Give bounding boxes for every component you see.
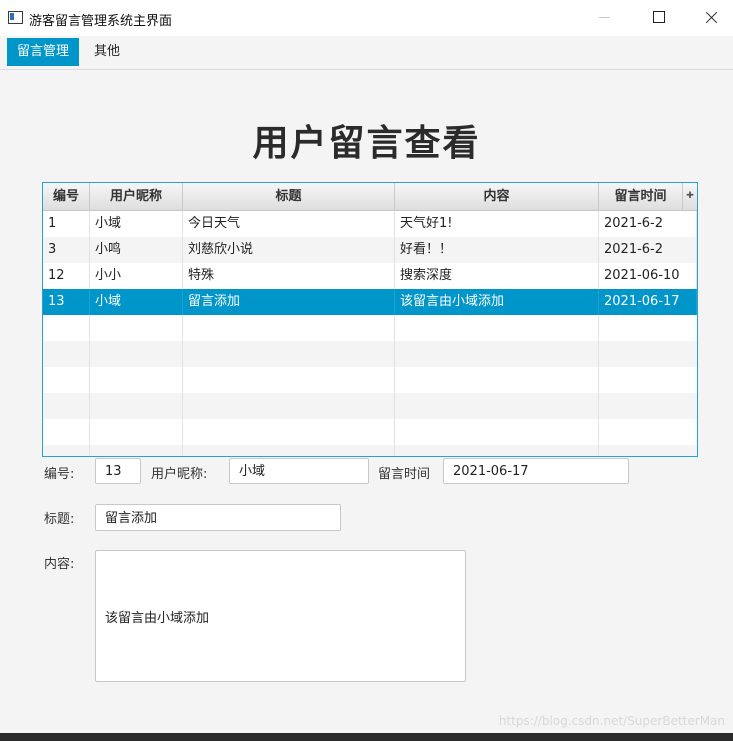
column-header-time[interactable]: 留言时间 <box>599 183 683 210</box>
cell-id: 13 <box>43 289 90 315</box>
column-header-content[interactable]: 内容 <box>395 183 599 210</box>
column-header-id[interactable]: 编号 <box>43 183 90 210</box>
content-text: 该留言由小域添加 <box>105 610 210 626</box>
menu-bar: 留言管理 其他 <box>0 36 733 70</box>
table-header: 编号 用户昵称 标题 内容 留言时间 ✚ <box>43 183 697 211</box>
title-label: 标题: <box>44 512 75 527</box>
cell-nickname: 小鸣 <box>90 237 183 263</box>
cell-title: 刘慈欣小说 <box>183 237 395 263</box>
time-label: 留言时间 <box>378 467 431 482</box>
message-table[interactable]: 编号 用户昵称 标题 内容 留言时间 ✚ 1 小域 今日天气 天气好1! 202… <box>42 182 698 457</box>
cell-nickname: 小小 <box>90 263 183 289</box>
cell-id: 12 <box>43 263 90 289</box>
cell-time: 2021-06-10 <box>599 263 697 289</box>
cell-id: 3 <box>43 237 90 263</box>
empty-row <box>43 341 697 367</box>
cell-title: 特殊 <box>183 263 395 289</box>
page-title: 用户留言查看 <box>252 123 481 164</box>
cell-content: 天气好1! <box>395 211 599 237</box>
close-button[interactable] <box>688 0 733 36</box>
taskbar-strip <box>0 733 733 741</box>
minimize-button[interactable] <box>582 0 628 36</box>
title-bar: 游客留言管理系统主界面 <box>0 0 733 36</box>
watermark: https://blog.csdn.net/SuperBetterMan <box>498 714 725 728</box>
cell-title: 今日天气 <box>183 211 395 237</box>
cell-title: 留言添加 <box>183 289 395 315</box>
table-row[interactable]: 12 小小 特殊 搜索深度 2021-06-10 <box>43 263 697 289</box>
cell-content: 好看！！ <box>395 237 599 263</box>
nickname-label: 用户昵称: <box>151 467 208 482</box>
table-row[interactable]: 1 小域 今日天气 天气好1! 2021-6-2 <box>43 211 697 237</box>
cell-content: 搜索深度 <box>395 263 599 289</box>
content-textarea[interactable]: 该留言由小域添加 <box>95 550 466 682</box>
column-header-title[interactable]: 标题 <box>183 183 395 210</box>
time-field[interactable]: 2021-06-17 <box>443 458 629 484</box>
empty-row <box>43 393 697 419</box>
content-label: 内容: <box>44 557 75 572</box>
cell-id: 1 <box>43 211 90 237</box>
menu-other[interactable]: 其他 <box>84 38 130 66</box>
column-header-nickname[interactable]: 用户昵称 <box>90 183 183 210</box>
empty-row <box>43 445 697 456</box>
window-title: 游客留言管理系统主界面 <box>29 14 173 29</box>
table-row-selected[interactable]: 13 小域 留言添加 该留言由小域添加 2021-06-17 <box>43 289 697 315</box>
title-field[interactable]: 留言添加 <box>95 504 341 531</box>
column-menu-icon[interactable]: ✚ <box>683 183 697 210</box>
empty-row <box>43 367 697 393</box>
cell-content: 该留言由小域添加 <box>395 289 599 315</box>
empty-row <box>43 419 697 445</box>
app-window-icon <box>8 11 23 24</box>
empty-row <box>43 315 697 341</box>
id-field[interactable]: 13 <box>95 458 141 484</box>
cell-nickname: 小域 <box>90 211 183 237</box>
cell-time: 2021-06-17 <box>599 289 697 315</box>
cell-time: 2021-6-2 <box>599 237 697 263</box>
cell-time: 2021-6-2 <box>599 211 697 237</box>
table-row[interactable]: 3 小鸣 刘慈欣小说 好看！！ 2021-6-2 <box>43 237 697 263</box>
maximize-button[interactable] <box>636 0 682 36</box>
menu-message-management[interactable]: 留言管理 <box>7 38 80 66</box>
id-label: 编号: <box>44 467 75 482</box>
cell-nickname: 小域 <box>90 289 183 315</box>
nickname-field[interactable]: 小域 <box>229 458 369 484</box>
